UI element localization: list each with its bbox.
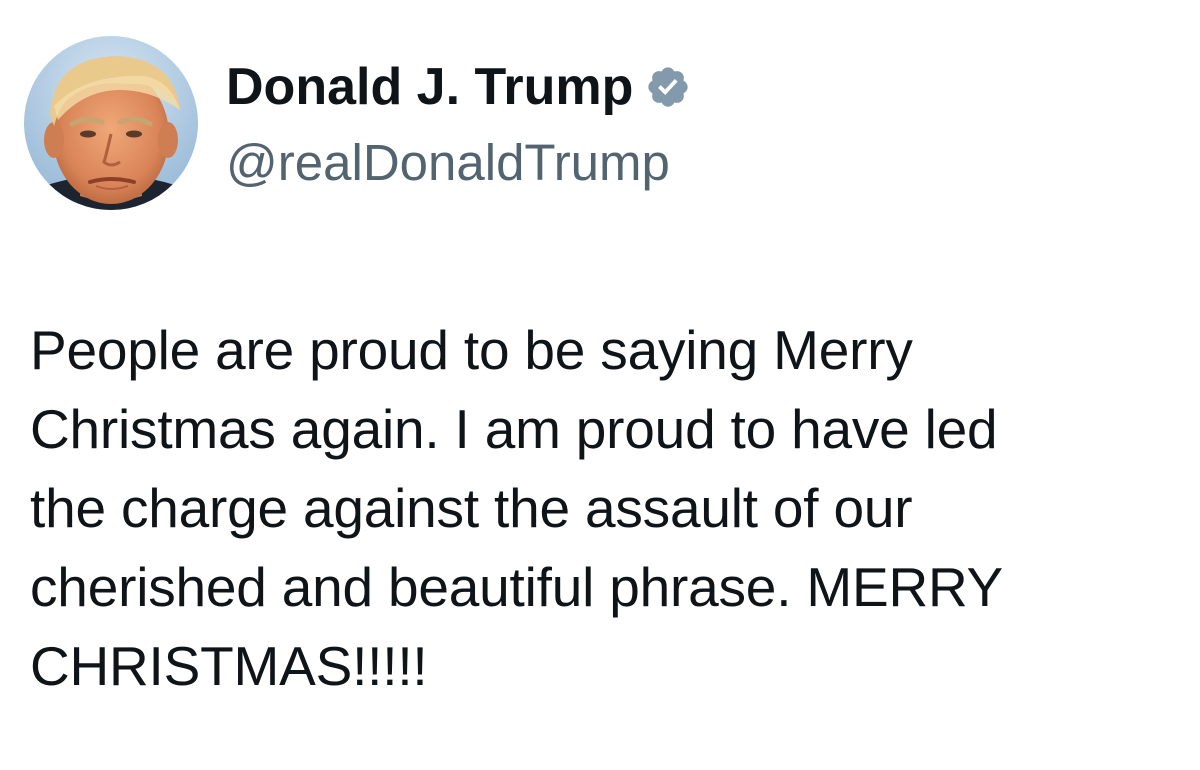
author-name-row: Donald J. Trump <box>226 55 691 119</box>
tweet-text: People are proud to be saying Merry Chri… <box>30 319 1003 697</box>
avatar[interactable] <box>24 36 198 210</box>
author-handle[interactable]: @realDonaldTrump <box>226 131 670 195</box>
author-display-name[interactable]: Donald J. Trump <box>226 55 633 119</box>
verified-badge-icon[interactable] <box>645 64 691 110</box>
avatar-image <box>24 36 198 210</box>
tweet-card: Donald J. Trump @realDonaldTrump People … <box>0 0 1200 770</box>
